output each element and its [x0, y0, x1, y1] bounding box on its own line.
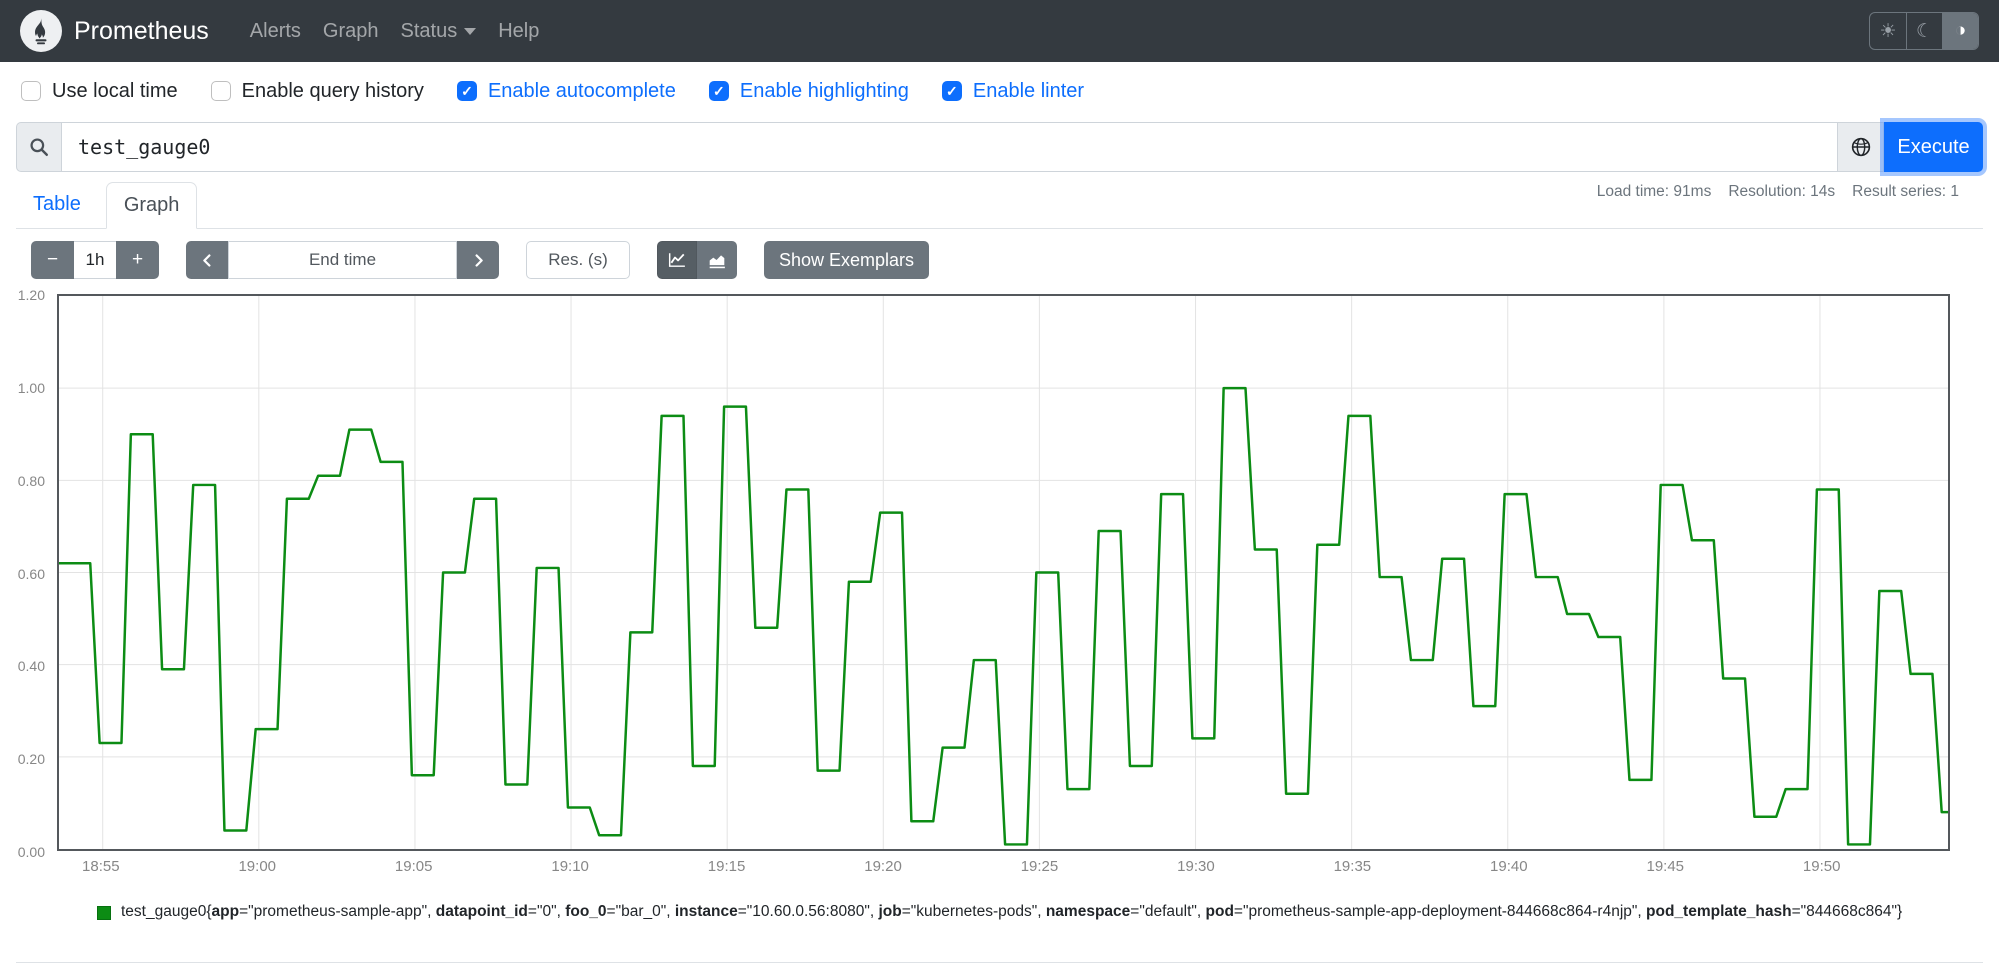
y-tick-label: 0.00	[17, 844, 45, 860]
chevron-right-icon	[475, 253, 483, 267]
x-tick-label: 19:30	[1177, 858, 1215, 875]
enable-autocomplete-checkbox[interactable]: ✓ Enable autocomplete	[456, 80, 676, 103]
auto-theme-button[interactable]: ◑	[1942, 13, 1978, 49]
line-chart-icon	[668, 253, 685, 267]
x-tick-label: 19:25	[1020, 858, 1059, 875]
x-tick-label: 19:00	[238, 858, 277, 875]
end-time-group	[186, 241, 499, 279]
search-icon	[16, 122, 61, 172]
dark-theme-button[interactable]: ☾	[1906, 13, 1942, 49]
range-group: − +	[31, 241, 159, 279]
stacked-chart-icon	[709, 255, 725, 269]
graph-controls: − + Show Exempla	[31, 241, 930, 279]
panel-divider	[16, 962, 1983, 963]
enable-linter-checkbox[interactable]: ✓ Enable linter	[941, 80, 1084, 103]
x-tick-label: 19:45	[1646, 858, 1685, 875]
light-theme-button[interactable]: ☀	[1870, 13, 1906, 49]
y-tick-label: 0.60	[17, 565, 45, 582]
checkbox-icon[interactable]: ✓	[456, 81, 477, 101]
time-forward-button[interactable]	[457, 241, 499, 279]
y-tick-label: 1.00	[17, 379, 45, 396]
enable-highlighting-checkbox[interactable]: ✓ Enable highlighting	[708, 80, 909, 103]
x-tick-label: 19:20	[864, 858, 902, 875]
range-decrease-button[interactable]: −	[31, 241, 74, 279]
resolution-input[interactable]	[526, 241, 630, 279]
end-time-input[interactable]	[228, 241, 457, 279]
x-tick-label: 19:40	[1490, 858, 1528, 875]
line-graph-button[interactable]	[657, 241, 697, 279]
checkbox-icon[interactable]: ✓	[941, 81, 962, 101]
checkbox-icon[interactable]	[21, 81, 41, 101]
options-row: Use local time Enable query history ✓ En…	[0, 62, 1999, 120]
nav-item-alerts[interactable]: Alerts	[250, 20, 301, 43]
y-tick-label: 0.20	[17, 751, 45, 768]
use-local-time-checkbox[interactable]: Use local time	[21, 80, 178, 103]
x-tick-label: 19:05	[394, 858, 433, 875]
tab-graph[interactable]: Graph	[105, 182, 198, 229]
y-tick-label: 0.40	[17, 658, 45, 675]
chart-type-group	[657, 241, 737, 279]
x-tick-label: 18:55	[82, 858, 120, 875]
globe-icon	[1851, 137, 1870, 157]
checkbox-icon[interactable]	[210, 81, 231, 101]
chevron-left-icon	[202, 253, 210, 267]
stacked-graph-button[interactable]	[697, 241, 737, 279]
panel-tabs: Table Graph	[16, 182, 1983, 229]
query-input[interactable]	[61, 122, 1838, 172]
brand-title[interactable]: Prometheus	[74, 17, 209, 46]
x-tick-label: 19:10	[551, 858, 589, 875]
nav-item-help[interactable]: Help	[498, 20, 539, 43]
series-color-swatch	[97, 906, 111, 920]
x-axis-labels: 18:55 19:00 19:05 19:10 19:15 19:20 19:25 19:30…	[57, 858, 1950, 878]
checkbox-icon[interactable]: ✓	[708, 81, 729, 101]
graph-plot-area[interactable]	[57, 294, 1950, 851]
time-back-button[interactable]	[186, 241, 228, 279]
chevron-down-icon	[464, 27, 477, 35]
range-input[interactable]	[74, 241, 116, 279]
x-tick-label: 19:35	[1333, 858, 1372, 875]
y-tick-label: 1.20	[17, 287, 45, 303]
x-tick-label: 19:50	[1802, 858, 1841, 875]
navbar: Prometheus Alerts Graph Status Help ☀ ☾ …	[0, 0, 1999, 62]
nav-item-status[interactable]: Status	[401, 20, 477, 43]
x-tick-label: 19:15	[707, 858, 746, 875]
y-axis-labels: 0.00 0.20 0.40 0.60 0.80 1.00 1.20	[0, 287, 51, 860]
tab-table[interactable]: Table	[16, 182, 98, 228]
series-label: test_gauge0{app="prometheus-sample-app",…	[121, 903, 1903, 920]
theme-toggle-group: ☀ ☾ ◑	[1869, 12, 1979, 50]
legend-item[interactable]: test_gauge0{app="prometheus-sample-app",…	[97, 903, 1902, 921]
show-exemplars-button[interactable]: Show Exemplars	[764, 241, 930, 279]
range-increase-button[interactable]: +	[116, 241, 159, 279]
query-row: Execute	[16, 122, 1983, 172]
y-tick-label: 0.80	[17, 472, 45, 489]
prometheus-logo-icon[interactable]	[20, 10, 62, 52]
nav-item-graph[interactable]: Graph	[323, 20, 379, 43]
execute-button[interactable]: Execute	[1884, 122, 1983, 172]
metrics-explorer-button[interactable]	[1838, 122, 1884, 172]
enable-query-history-checkbox[interactable]: Enable query history	[210, 80, 424, 103]
